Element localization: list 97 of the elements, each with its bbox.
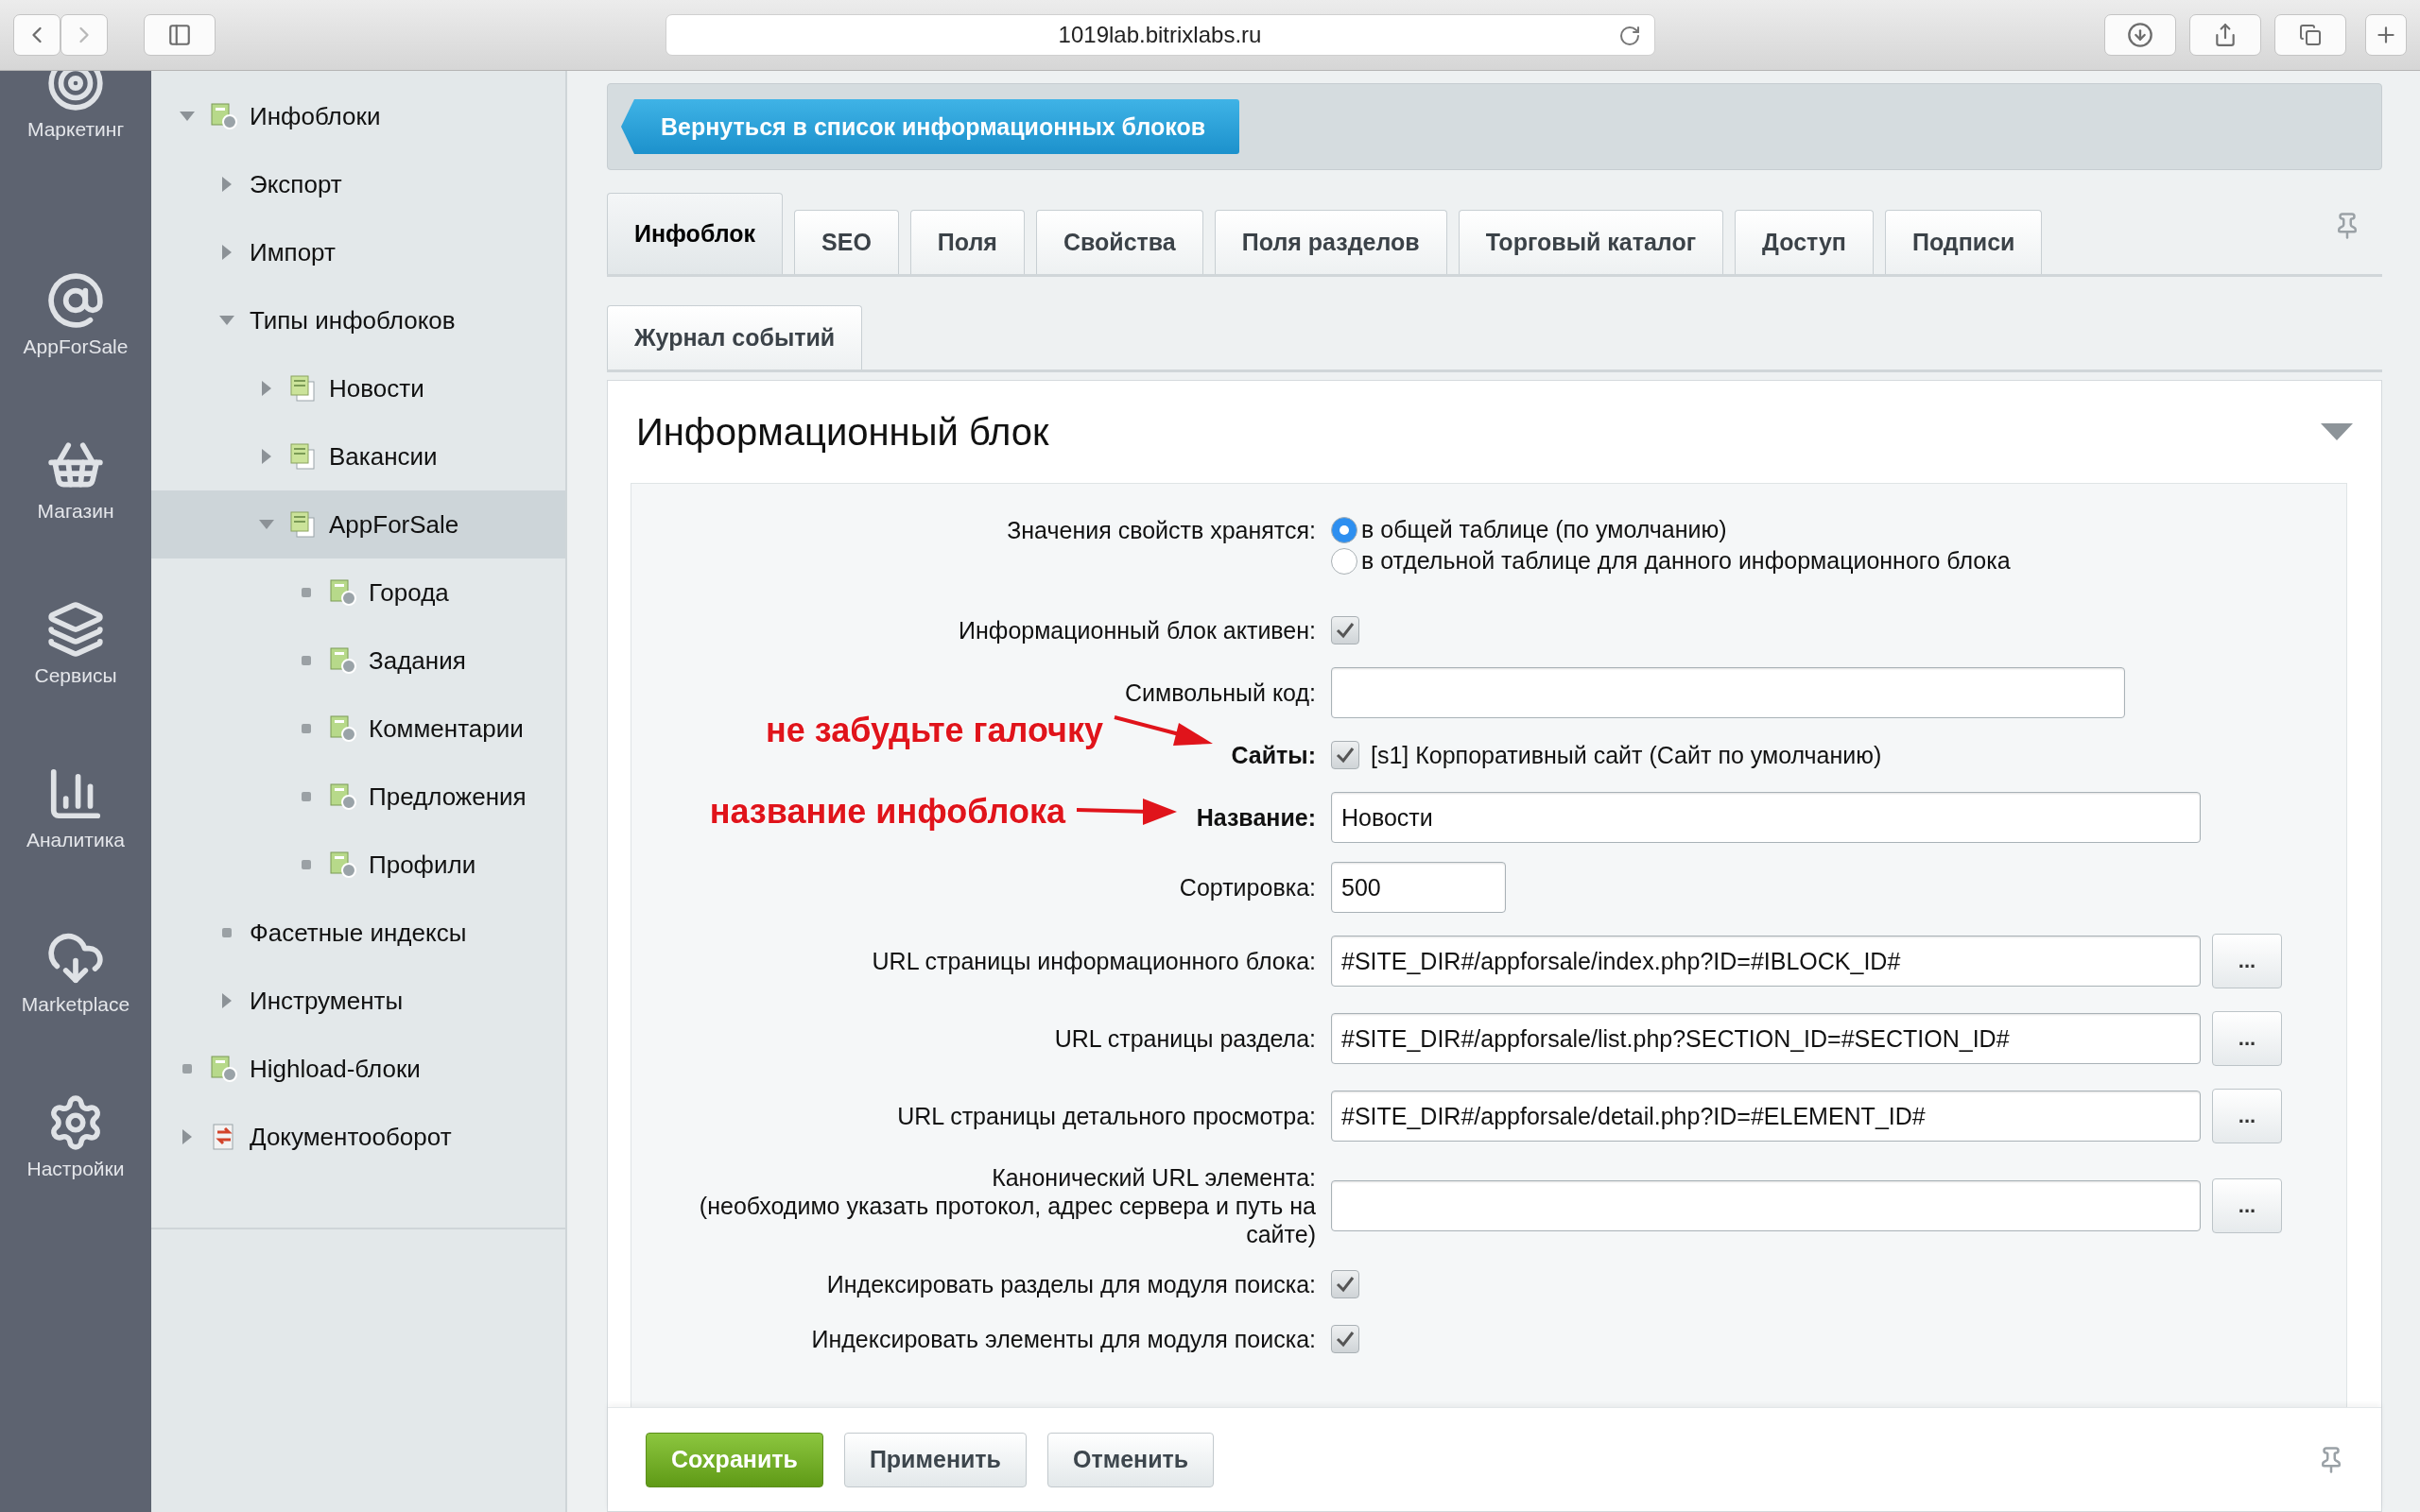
tree-item[interactable]: Комментарии <box>151 695 565 763</box>
at-sign-icon <box>46 271 105 330</box>
collapsed-arrow-icon[interactable] <box>221 992 233 1009</box>
share-button[interactable] <box>2189 14 2261 56</box>
tree-item[interactable]: Типы инфоблоков <box>151 286 565 354</box>
expanded-arrow-icon[interactable] <box>218 315 235 326</box>
download-icon <box>2127 22 2153 48</box>
download-button[interactable] <box>2104 14 2176 56</box>
field-label: URL страницы детального просмотра: <box>897 1102 1316 1130</box>
tree-item[interactable]: Импорт <box>151 218 565 286</box>
expanded-arrow-icon[interactable] <box>258 519 275 530</box>
tab[interactable]: Журнал событий <box>607 305 863 369</box>
browse-button[interactable]: ... <box>2212 1011 2282 1066</box>
nav-item[interactable]: Маркетинг <box>26 71 125 218</box>
tab[interactable]: Подписи <box>1884 210 2043 274</box>
field-label: URL страницы информационного блока: <box>872 947 1316 975</box>
tree-item[interactable]: Задания <box>151 627 565 695</box>
sidebar-icon <box>167 23 192 47</box>
checkbox[interactable] <box>1331 741 1359 769</box>
footer-button[interactable]: Отменить <box>1046 1432 1215 1487</box>
new-tab-button[interactable] <box>2365 14 2407 56</box>
layers-icon <box>46 600 105 659</box>
url-field[interactable]: #SITE_DIR#/appforsale/index.php?ID=#IBLOCK_ID# <box>1331 936 2201 987</box>
field-label: Название: <box>1196 803 1316 832</box>
text-field[interactable] <box>1331 667 2125 718</box>
collapsed-arrow-icon[interactable] <box>261 380 272 397</box>
collapse-arrow-icon[interactable] <box>2321 423 2353 440</box>
tree-item[interactable]: Инфоблоки <box>151 82 565 150</box>
tab[interactable]: Свойства <box>1035 210 1203 274</box>
checkbox[interactable] <box>1331 1270 1359 1298</box>
tab[interactable]: Поля разделов <box>1214 210 1447 274</box>
nav-item[interactable]: Магазин <box>37 383 114 547</box>
field-label: Индексировать разделы для модуля поиска: <box>826 1270 1316 1298</box>
footer-button[interactable]: Применить <box>843 1432 1027 1487</box>
field-label: Индексировать элементы для модуля поиска: <box>811 1325 1316 1353</box>
field-label: Символьный код: <box>1125 679 1316 707</box>
field-label: Информационный блок активен: <box>959 616 1316 644</box>
field-label: Значения свойств хранятся: <box>1007 516 1316 544</box>
tree-item[interactable]: Города <box>151 558 565 627</box>
radio-option[interactable]: в отдельной таблице для данного информационного блока <box>1331 547 2346 575</box>
tree-item[interactable]: Вакансии <box>151 422 565 490</box>
field-label: Сортировка: <box>1179 873 1316 902</box>
checkmark-icon <box>1336 1331 1355 1348</box>
share-icon <box>2213 23 2238 47</box>
checkmark-icon <box>1336 747 1355 764</box>
tabs-icon <box>2299 24 2322 46</box>
forward-button[interactable] <box>60 14 108 56</box>
tree-item[interactable]: Экспорт <box>151 150 565 218</box>
tree-item[interactable]: Документооборот <box>151 1103 565 1171</box>
expanded-arrow-icon[interactable] <box>179 111 196 122</box>
field-label: Сайты: <box>1231 741 1316 769</box>
tab[interactable]: Инфоблок <box>607 193 784 274</box>
browse-button[interactable]: ... <box>2212 934 2282 988</box>
tree-item[interactable]: Предложения <box>151 763 565 831</box>
annotation-text: название инфоблока <box>709 792 1065 832</box>
text-field[interactable]: Новости <box>1331 792 2201 843</box>
collapsed-arrow-icon[interactable] <box>182 1128 193 1145</box>
nav-item[interactable]: Аналитика <box>26 712 125 876</box>
text-field[interactable]: 500 <box>1331 862 1506 913</box>
tree-item[interactable]: AppForSale <box>151 490 565 558</box>
collapsed-arrow-icon[interactable] <box>221 244 233 261</box>
radio-option[interactable]: в общей таблице (по умолчанию) <box>1331 516 2346 543</box>
tab[interactable]: SEO <box>794 210 899 274</box>
browse-button[interactable]: ... <box>2212 1178 2282 1233</box>
tab[interactable]: Доступ <box>1735 210 1874 274</box>
collapsed-arrow-icon[interactable] <box>261 448 272 465</box>
reload-icon[interactable] <box>1617 25 1641 47</box>
section-title: Информационный блок <box>636 410 1049 454</box>
sidebar-toggle-button[interactable] <box>144 14 216 56</box>
collapsed-arrow-icon[interactable] <box>221 176 233 193</box>
url-field[interactable]: #SITE_DIR#/appforsale/list.php?SECTION_ID=#SECTION_ID# <box>1331 1013 2201 1064</box>
tabs-button[interactable] <box>2274 14 2346 56</box>
browse-button[interactable]: ... <box>2212 1089 2282 1143</box>
tree-item[interactable]: Highload-блоки <box>151 1035 565 1103</box>
checkbox[interactable] <box>1331 616 1359 644</box>
tree-item[interactable]: Инструменты <box>151 967 565 1035</box>
checkbox-label: [s1] Корпоративный сайт (Сайт по умолчанию) <box>1371 741 1882 769</box>
checkmark-icon <box>1336 1276 1355 1293</box>
annotation-text: не забудьте галочку <box>766 711 1103 750</box>
url-field[interactable] <box>1331 1180 2201 1231</box>
address-bar[interactable]: 1019lab.bitrixlabs.ru <box>665 14 1655 56</box>
target-icon <box>46 71 105 112</box>
url-field[interactable]: #SITE_DIR#/appforsale/detail.php?ID=#ELEMENT_ID# <box>1331 1091 2201 1142</box>
tab[interactable]: Поля <box>909 210 1025 274</box>
tree-item[interactable]: Профили <box>151 831 565 899</box>
nav-item[interactable]: Сервисы <box>34 547 117 712</box>
tree-item[interactable]: Новости <box>151 354 565 422</box>
field-label: Канонический URL элемента: (необходимо указать протокол, адрес сервера и путь на сайте) <box>698 1163 1316 1248</box>
nav-item[interactable]: Настройки <box>26 1040 125 1205</box>
back-button[interactable] <box>13 14 60 56</box>
field-label: URL страницы раздела: <box>1054 1024 1316 1053</box>
checkbox[interactable] <box>1331 1325 1359 1353</box>
tree-item[interactable]: Фасетные индексы <box>151 899 565 967</box>
tab[interactable]: Торговый каталог <box>1458 210 1724 274</box>
checkmark-icon <box>1336 622 1355 639</box>
nav-item[interactable]: AppForSale <box>23 218 129 383</box>
nav-item[interactable]: Marketplace <box>21 876 130 1040</box>
